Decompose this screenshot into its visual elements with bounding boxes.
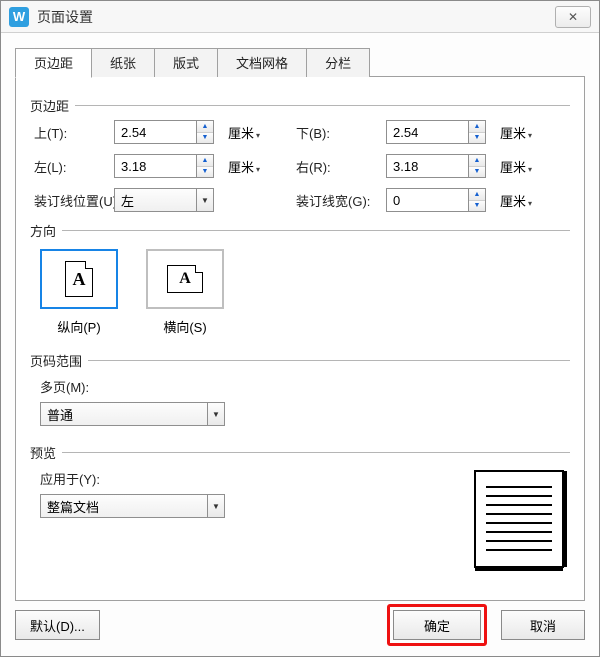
preview-page-icon [474,470,564,568]
input-top[interactable] [114,120,196,144]
group-page-range-title: 页码范围 [30,351,88,370]
close-icon: ✕ [568,10,578,24]
label-portrait: 纵向(P) [40,317,118,336]
tab-columns[interactable]: 分栏 [306,48,370,78]
spin-up-icon[interactable]: ▲ [197,155,213,167]
group-page-range: 页码范围 多页(M): 普通 ▼ [30,360,570,438]
default-button[interactable]: 默认(D)... [15,610,100,640]
label-top: 上(T): [34,123,114,142]
spin-down-icon[interactable]: ▼ [469,133,485,144]
spinner-top[interactable]: ▲ ▼ [114,120,224,144]
unit-top[interactable]: 厘米▾ [224,123,268,142]
group-preview: 预览 应用于(Y): 整篇文档 ▼ [30,452,570,572]
input-bottom[interactable] [386,120,468,144]
combo-apply-to[interactable]: 整篇文档 ▼ [40,494,225,518]
tab-strip: 页边距 纸张 版式 文档网格 分栏 [15,47,585,77]
spinner-right[interactable]: ▲ ▼ [386,154,496,178]
spin-down-icon[interactable]: ▼ [469,167,485,178]
input-right[interactable] [386,154,468,178]
chevron-down-icon[interactable]: ▼ [207,494,225,518]
label-landscape: 横向(S) [146,317,224,336]
close-button[interactable]: ✕ [555,6,591,28]
unit-left[interactable]: 厘米▾ [224,157,268,176]
label-multipage: 多页(M): [40,377,560,396]
spin-down-icon[interactable]: ▼ [197,133,213,144]
spin-up-icon[interactable]: ▲ [469,189,485,201]
label-gutter-pos: 装订线位置(U): [34,191,114,210]
label-bottom: 下(B): [296,123,386,142]
spin-up-icon[interactable]: ▲ [197,121,213,133]
orientation-portrait[interactable]: A [40,249,118,309]
combo-multipage-value: 普通 [40,402,207,426]
unit-bottom[interactable]: 厘米▾ [496,123,546,142]
app-icon: W [9,7,29,27]
landscape-page-icon: A [167,265,203,293]
window-title: 页面设置 [37,7,555,27]
chevron-down-icon[interactable]: ▼ [196,188,214,212]
ok-button-highlight: 确定 [387,604,487,646]
tab-layout[interactable]: 版式 [154,48,218,78]
combo-gutter-pos[interactable]: 左 ▼ [114,188,224,212]
title-bar: W 页面设置 ✕ [1,1,599,33]
group-margins: 页边距 上(T): ▲ ▼ 厘米▾ 下(B): [30,105,570,216]
portrait-page-icon: A [65,261,93,297]
spin-down-icon[interactable]: ▼ [469,201,485,212]
orientation-landscape[interactable]: A [146,249,224,309]
unit-right[interactable]: 厘米▾ [496,157,546,176]
group-margins-title: 页边距 [30,96,75,115]
ok-button[interactable]: 确定 [393,610,481,640]
label-left: 左(L): [34,157,114,176]
label-gutter-size: 装订线宽(G): [296,191,386,210]
spinner-left[interactable]: ▲ ▼ [114,154,224,178]
label-right: 右(R): [296,157,386,176]
chevron-down-icon[interactable]: ▼ [207,402,225,426]
input-left[interactable] [114,154,196,178]
cancel-button[interactable]: 取消 [501,610,585,640]
combo-multipage[interactable]: 普通 ▼ [40,402,225,426]
tab-page-margins: 页边距 上(T): ▲ ▼ 厘米▾ 下(B): [15,77,585,601]
group-preview-title: 预览 [30,443,62,462]
page-setup-dialog: W 页面设置 ✕ 页边距 纸张 版式 文档网格 分栏 页边距 上(T): [0,0,600,657]
spinner-bottom[interactable]: ▲ ▼ [386,120,496,144]
spin-up-icon[interactable]: ▲ [469,121,485,133]
spin-up-icon[interactable]: ▲ [469,155,485,167]
spin-down-icon[interactable]: ▼ [197,167,213,178]
input-gutter-size[interactable] [386,188,468,212]
spinner-gutter-size[interactable]: ▲ ▼ [386,188,496,212]
tab-paper[interactable]: 纸张 [91,48,155,78]
tab-margins[interactable]: 页边距 [15,48,92,78]
group-orientation-title: 方向 [30,221,62,240]
unit-gutter-size[interactable]: 厘米▾ [496,191,546,210]
combo-apply-to-value: 整篇文档 [40,494,207,518]
button-bar: 默认(D)... 确定 取消 [15,600,585,646]
tab-grid[interactable]: 文档网格 [217,48,307,78]
combo-gutter-pos-value: 左 [114,188,196,212]
group-orientation: 方向 A 纵向(P) [30,230,570,346]
